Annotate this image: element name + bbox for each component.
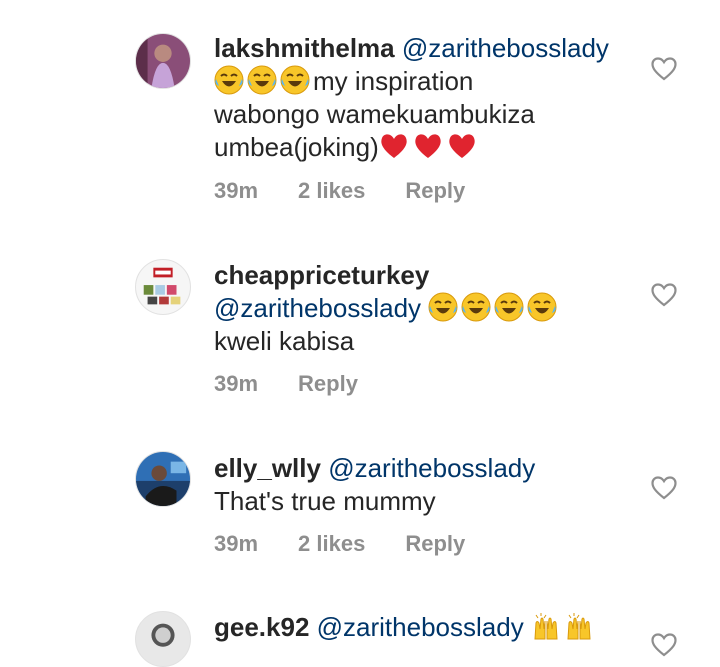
comment-text: my inspiration bbox=[313, 66, 474, 96]
heart-outline-icon[interactable] bbox=[651, 476, 677, 500]
red-heart-icon bbox=[413, 132, 443, 160]
comment-mention[interactable]: @zarithebosslady bbox=[214, 293, 421, 323]
comment-text: kweli kabisa bbox=[214, 326, 355, 356]
comment-body: gee.k92 @zarithebosslady bbox=[214, 611, 634, 644]
face-with-tears-of-joy-icon bbox=[527, 292, 557, 322]
red-heart-icon bbox=[447, 132, 477, 160]
comment-meta: 39m 2 likes Reply bbox=[214, 531, 465, 557]
likes-count[interactable]: 2 likes bbox=[298, 178, 365, 204]
reply-button[interactable]: Reply bbox=[405, 178, 465, 204]
comment-body: lakshmithelma @zarithebosslady my inspir… bbox=[214, 32, 634, 164]
comment-username[interactable]: elly_wlly bbox=[214, 453, 321, 483]
reply-button[interactable]: Reply bbox=[298, 371, 358, 397]
avatar[interactable] bbox=[135, 33, 191, 89]
comment-mention[interactable]: @zarithebosslady bbox=[317, 612, 524, 642]
reply-button[interactable]: Reply bbox=[405, 531, 465, 557]
face-with-tears-of-joy-icon bbox=[214, 65, 244, 95]
raising-hands-icon bbox=[564, 611, 594, 641]
comment-body: cheappriceturkey @zarithebosslady kweli … bbox=[214, 259, 634, 358]
comment-username[interactable]: lakshmithelma bbox=[214, 33, 395, 63]
comment-body: elly_wlly @zarithebosslady That's true m… bbox=[214, 452, 634, 518]
likes-count[interactable]: 2 likes bbox=[298, 531, 365, 557]
face-with-tears-of-joy-icon bbox=[280, 65, 310, 95]
raising-hands-icon bbox=[531, 611, 561, 641]
comment-text: That's true mummy bbox=[214, 486, 436, 516]
heart-outline-icon[interactable] bbox=[651, 57, 677, 81]
face-with-tears-of-joy-icon bbox=[494, 292, 524, 322]
comment-text: wabongo wamekuambukiza bbox=[214, 99, 535, 129]
comment-time: 39m bbox=[214, 531, 259, 556]
avatar[interactable] bbox=[135, 259, 191, 315]
face-with-tears-of-joy-icon bbox=[428, 292, 458, 322]
comment-time: 39m bbox=[214, 371, 259, 396]
face-with-tears-of-joy-icon bbox=[247, 65, 277, 95]
heart-outline-icon[interactable] bbox=[651, 633, 677, 657]
red-heart-icon bbox=[379, 132, 409, 160]
comment-username[interactable]: cheappriceturkey bbox=[214, 260, 429, 290]
comment-time: 39m bbox=[214, 178, 259, 203]
comment-meta: 39m Reply bbox=[214, 371, 358, 397]
comment-mention[interactable]: @zarithebosslady bbox=[402, 33, 609, 63]
avatar[interactable] bbox=[135, 451, 191, 507]
avatar[interactable] bbox=[135, 611, 191, 667]
heart-outline-icon[interactable] bbox=[651, 283, 677, 307]
face-with-tears-of-joy-icon bbox=[461, 292, 491, 322]
comment-meta: 39m 2 likes Reply bbox=[214, 178, 465, 204]
comment-mention[interactable]: @zarithebosslady bbox=[328, 453, 535, 483]
comment-username[interactable]: gee.k92 bbox=[214, 612, 309, 642]
comment-text: umbea(joking) bbox=[214, 132, 379, 162]
